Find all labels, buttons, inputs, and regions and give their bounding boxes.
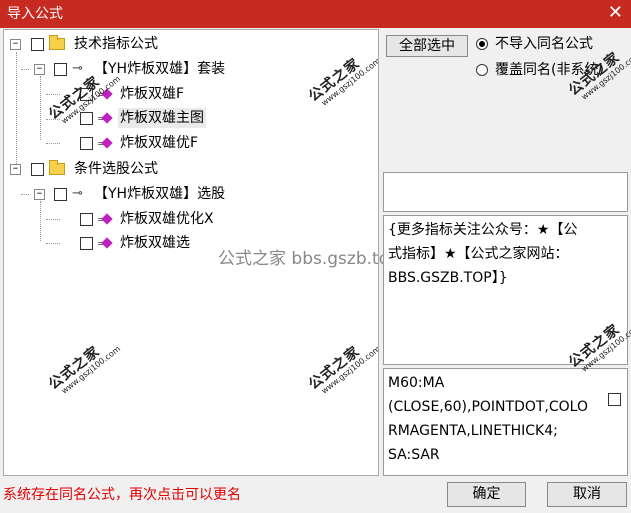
tree-node-label: 【YH炸板双雄】选股 bbox=[94, 186, 226, 202]
tree-node-label: 条件选股公式 bbox=[74, 161, 158, 177]
collapse-icon[interactable]: − bbox=[34, 189, 45, 200]
tree-node-label: 炸板双雄优化X bbox=[120, 211, 214, 227]
tree-checkbox[interactable] bbox=[80, 88, 93, 101]
tree-node-formula-select[interactable]: = 炸板双雄选 bbox=[4, 233, 304, 253]
select-all-button[interactable]: 全部选中 bbox=[386, 35, 468, 57]
code-line: M60:MA bbox=[388, 375, 445, 391]
info-box bbox=[383, 172, 628, 212]
radio-overwrite[interactable] bbox=[476, 64, 488, 76]
tree-node-formula-opt-f[interactable]: = 炸板双雄优F bbox=[4, 133, 304, 153]
formula-icon: = bbox=[97, 136, 113, 150]
tree-checkbox[interactable] bbox=[80, 112, 93, 125]
tree-node-label: 技术指标公式 bbox=[74, 36, 158, 52]
tree-checkbox[interactable] bbox=[31, 38, 44, 51]
tree-node-technical-indicators[interactable]: − 技术指标公式 bbox=[4, 34, 304, 54]
code-box[interactable]: M60:MA (CLOSE,60),POINTDOT,COLO RMAGENTA… bbox=[383, 368, 628, 476]
tree-node-formula-opt-x[interactable]: = 炸板双雄优化X bbox=[4, 209, 304, 229]
code-box-checkbox[interactable] bbox=[608, 393, 621, 406]
folder-icon bbox=[49, 160, 65, 175]
folder-icon bbox=[49, 35, 65, 50]
tree-checkbox[interactable] bbox=[54, 188, 67, 201]
tree-checkbox[interactable] bbox=[54, 63, 67, 76]
key-icon: ⊸ bbox=[72, 186, 83, 201]
status-message: 系统存在同名公式，再次点击可以更名 bbox=[3, 487, 241, 503]
tree-node-label: 炸板双雄优F bbox=[120, 135, 199, 151]
tree-node-screening-formulas[interactable]: − 条件选股公式 bbox=[4, 159, 304, 179]
radio-skip-duplicates-label: 不导入同名公式 bbox=[495, 36, 593, 52]
title-bar: 导入公式 ✕ bbox=[0, 0, 631, 28]
watermark: 公式之家 www.gszj100.com bbox=[305, 343, 379, 396]
tree-node-screening-set[interactable]: − ⊸ 【YH炸板双雄】选股 bbox=[4, 184, 304, 204]
formula-icon: = bbox=[97, 111, 113, 125]
watermark: 公式之家 www.gszj100.com bbox=[305, 55, 379, 108]
tree-node-label: 炸板双雄主图 bbox=[118, 108, 206, 128]
tree-node-label: 【YH炸板双雄】套装 bbox=[94, 61, 226, 77]
tree-node-formula-set[interactable]: − ⊸ 【YH炸板双雄】套装 bbox=[4, 59, 304, 79]
description-line: BBS.GSZB.TOP】} bbox=[388, 270, 508, 286]
tree-checkbox[interactable] bbox=[80, 237, 93, 250]
ok-button[interactable]: 确定 bbox=[447, 482, 526, 507]
tree-node-label: 炸板双雄选 bbox=[120, 235, 190, 251]
tree-node-formula-main[interactable]: = 炸板双雄主图 bbox=[4, 108, 304, 128]
code-line: (CLOSE,60),POINTDOT,COLO bbox=[388, 399, 588, 415]
collapse-icon[interactable]: − bbox=[10, 164, 21, 175]
formula-tree[interactable]: − 技术指标公式 − ⊸ 【YH炸板双雄】套装 = 炸板双雄F = 炸板双雄主图… bbox=[3, 29, 379, 476]
code-line: SA:SAR bbox=[388, 447, 440, 463]
close-icon[interactable]: ✕ bbox=[608, 3, 623, 23]
tree-checkbox[interactable] bbox=[80, 213, 93, 226]
tree-checkbox[interactable] bbox=[31, 163, 44, 176]
collapse-icon[interactable]: − bbox=[34, 64, 45, 75]
tree-checkbox[interactable] bbox=[80, 137, 93, 150]
formula-icon: = bbox=[97, 212, 113, 226]
watermark: 公式之家 www.gszj100.com bbox=[45, 343, 123, 396]
code-line: RMAGENTA,LINETHICK4; bbox=[388, 423, 558, 439]
radio-skip-duplicates[interactable] bbox=[476, 38, 488, 50]
description-box[interactable]: {更多指标关注公众号：★【公 式指标】★【公式之家网站： BBS.GSZB.TO… bbox=[383, 215, 628, 365]
formula-icon: = bbox=[97, 87, 113, 101]
tree-node-formula-f[interactable]: = 炸板双雄F bbox=[4, 84, 304, 104]
radio-overwrite-label: 覆盖同名(非系统) bbox=[495, 62, 604, 78]
cancel-button[interactable]: 取消 bbox=[547, 482, 627, 507]
tree-node-label: 炸板双雄F bbox=[120, 86, 185, 102]
description-line: 式指标】★【公式之家网站： bbox=[388, 246, 569, 262]
description-line: {更多指标关注公众号：★【公 bbox=[388, 222, 578, 238]
window-title: 导入公式 bbox=[7, 6, 63, 22]
collapse-icon[interactable]: − bbox=[10, 39, 21, 50]
formula-icon: = bbox=[97, 236, 113, 250]
key-icon: ⊸ bbox=[72, 61, 83, 76]
